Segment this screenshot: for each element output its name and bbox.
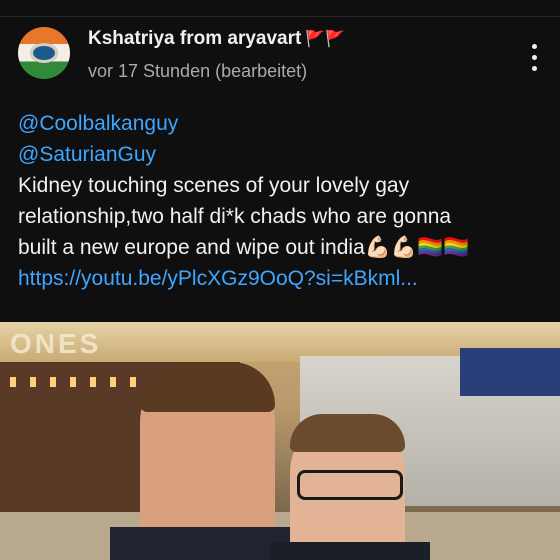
image-glasses — [297, 470, 403, 500]
comment-text-line: relationship,two half di*k chads who are… — [18, 205, 452, 228]
more-vertical-icon-dot — [532, 55, 537, 60]
avatar-eye-icon — [30, 43, 58, 63]
image-person-left-hair — [140, 362, 275, 412]
comment-body: @Coolbalkanguy @SaturianGuy Kidney touch… — [18, 108, 548, 294]
video-link[interactable]: https://youtu.be/yPlcXGz9OoQ?si=kBkml... — [18, 263, 548, 294]
more-options-button[interactable] — [528, 44, 542, 84]
more-vertical-icon-dot — [532, 66, 537, 71]
image-blue-sign — [460, 348, 560, 396]
comment-timestamp: vor 17 Stunden (bearbeitet) — [88, 61, 308, 81]
comment-text-line: built a new europe and wipe out india💪🏻💪… — [18, 236, 470, 259]
attached-image[interactable]: ONES — [0, 322, 560, 560]
image-person-right-shirt — [270, 542, 430, 560]
comment-text-line: Kidney touching scenes of your lovely ga… — [18, 174, 410, 197]
image-sign-text: ONES — [10, 328, 102, 359]
author-name[interactable]: Kshatriya from aryavart 🚩🚩 — [88, 28, 345, 50]
flag-icons: 🚩🚩 — [305, 31, 346, 48]
mention-link[interactable]: @SaturianGuy — [18, 139, 548, 170]
avatar[interactable] — [18, 27, 70, 79]
image-person-right-hair — [290, 414, 405, 452]
more-vertical-icon — [532, 44, 537, 49]
author-name-text: Kshatriya from aryavart — [88, 28, 302, 49]
mention-link[interactable]: @Coolbalkanguy — [18, 108, 548, 139]
divider — [0, 16, 560, 17]
